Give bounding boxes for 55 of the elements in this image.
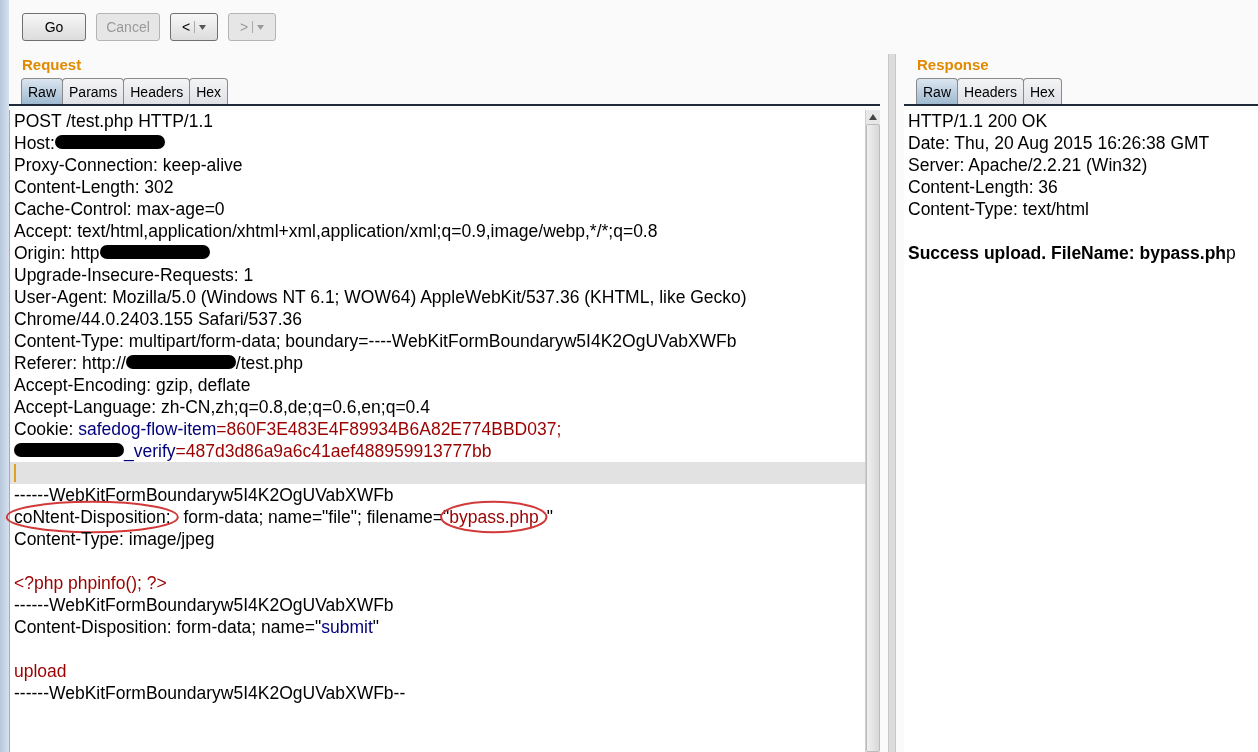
message-text: Server: Apache/2.2.21 (Win32) bbox=[908, 155, 1148, 175]
message-text: Referer: http:// bbox=[14, 353, 126, 373]
message-text: Content-Disposition: form-data; name=" bbox=[14, 617, 322, 637]
message-text: coNtent-Disposition: bbox=[14, 507, 171, 527]
parameter-value: bypass.php bbox=[449, 507, 539, 527]
message-text: Content-Length: 36 bbox=[908, 177, 1058, 197]
parameter-name: _verify bbox=[124, 441, 176, 461]
tab[interactable]: Hex bbox=[189, 78, 229, 104]
toolbar-button[interactable]: Go bbox=[22, 13, 86, 41]
message-text: Date: Thu, 20 Aug 2015 16:26:38 GMT bbox=[908, 133, 1210, 153]
parameter-value: upload bbox=[14, 661, 67, 681]
parameter-value: =860F3E483E4F89934B6A82E774BBD037; bbox=[216, 419, 562, 439]
panel-title: Response bbox=[917, 56, 990, 74]
message-text: Success upload. FileName: bypass.php bbox=[908, 243, 1236, 263]
tab[interactable]: Params bbox=[62, 78, 125, 104]
parameter-value: =487d3d86a9a6c41aef488959913777bb bbox=[175, 441, 492, 461]
message-text: /test.php bbox=[235, 353, 303, 373]
message-text: ------WebKitFormBoundaryw5I4K2OgUVabXWFb bbox=[14, 485, 394, 505]
message-text: HTTP/1.1 200 OK bbox=[908, 111, 1048, 131]
message-text: Content-Type: text/html bbox=[908, 199, 1089, 219]
message-text: Content-Length: 302 bbox=[14, 177, 174, 197]
splitter[interactable] bbox=[888, 54, 896, 752]
message-text: Origin: http bbox=[14, 243, 100, 263]
message-text: Chrome/44.0.2403.155 Safari/537.36 bbox=[14, 309, 302, 329]
tab[interactable]: Headers bbox=[957, 78, 1024, 104]
message-text: ------WebKitFormBoundaryw5I4K2OgUVabXWFb-- bbox=[14, 683, 406, 703]
message-text: Content-Type: multipart/form-data; boundary=----WebKitFormBoundaryw5I4K2OgUVabXWFb bbox=[14, 331, 737, 351]
message-text: Content-Type: image/jpeg bbox=[14, 529, 215, 549]
message-text: Cookie: bbox=[14, 419, 74, 439]
message-text: Accept: text/html,application/xhtml+xml,application/xml;q=0.9,image/webp,*/*;q=0.8 bbox=[14, 221, 658, 241]
tab[interactable]: Hex bbox=[1022, 78, 1062, 104]
message-text: " bbox=[372, 617, 380, 637]
scroll-up-icon[interactable] bbox=[869, 114, 877, 120]
panel-title: Request bbox=[22, 56, 83, 74]
message-text: User-Agent: Mozilla/5.0 (Windows NT 6.1; WOW64) AppleWebKit/537.36 (KHTML, like Gecko) bbox=[14, 287, 747, 307]
parameter-value: <?php phpinfo(); ?> bbox=[14, 573, 167, 593]
message-text: Accept-Language: zh-CN,zh;q=0.8,de;q=0.6,en;q=0.4 bbox=[14, 397, 430, 417]
parameter-name: safedog-flow-item bbox=[78, 419, 217, 439]
caret-icon bbox=[257, 24, 265, 30]
message-text: Proxy-Connection: keep-alive bbox=[14, 155, 243, 175]
message-text: " bbox=[546, 507, 553, 527]
parameter-name: submit bbox=[321, 617, 373, 637]
message-text: ------WebKitFormBoundaryw5I4K2OgUVabXWFb bbox=[14, 595, 394, 615]
message-text: Cache-Control: max-age=0 bbox=[14, 199, 225, 219]
caret-icon bbox=[199, 24, 207, 30]
tab[interactable]: Headers bbox=[123, 78, 191, 104]
message-text: Upgrade-Insecure-Requests: 1 bbox=[14, 265, 254, 285]
scrollbar[interactable] bbox=[865, 110, 880, 752]
tab[interactable]: Raw bbox=[21, 78, 63, 104]
text-cursor bbox=[14, 464, 16, 482]
history-button[interactable]: < bbox=[170, 13, 218, 41]
message-text: Host: bbox=[14, 133, 55, 153]
tab[interactable]: Raw bbox=[916, 78, 958, 104]
message-text: Accept-Encoding: gzip, deflate bbox=[14, 375, 251, 395]
message-text: POST /test.php HTTP/1.1 bbox=[14, 111, 214, 131]
